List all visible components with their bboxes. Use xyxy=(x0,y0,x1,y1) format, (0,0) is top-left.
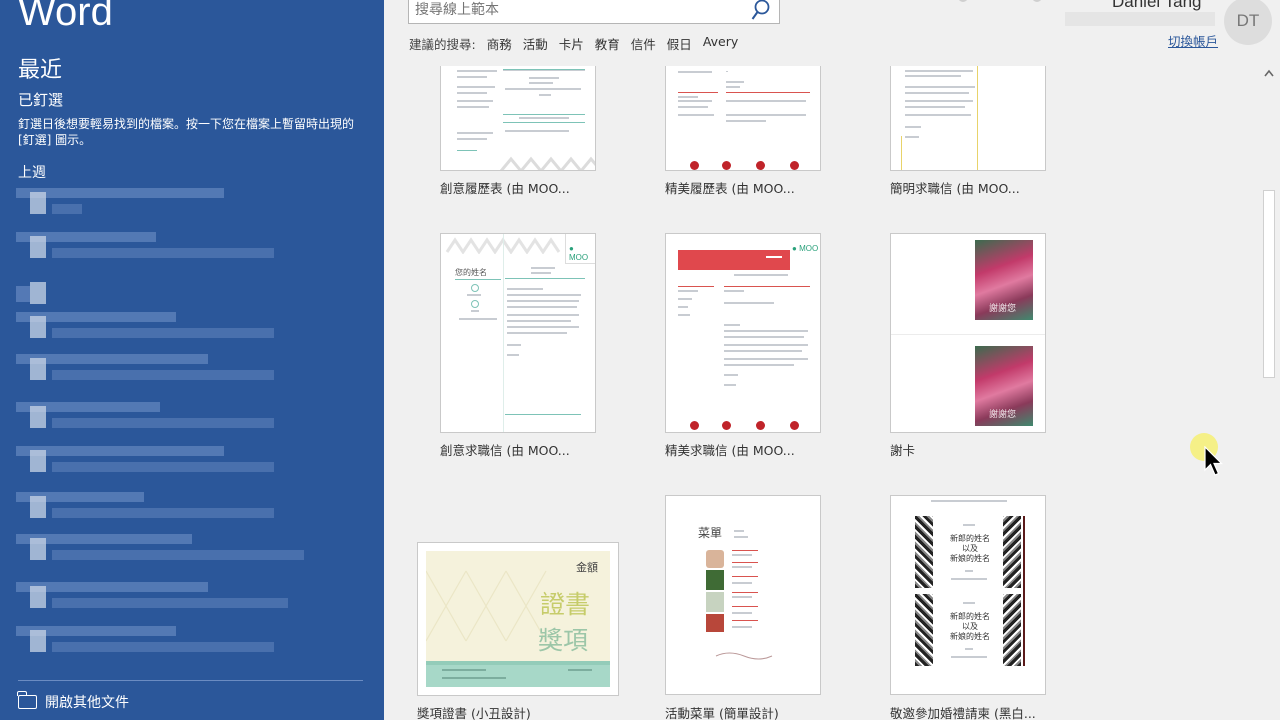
recent-document[interactable] xyxy=(16,532,316,568)
template-search-input[interactable] xyxy=(415,0,745,21)
template-name: 精美求職信 (由 MOO... xyxy=(665,443,795,458)
document-icon xyxy=(30,358,46,380)
pinned-heading: 已釘選 xyxy=(18,91,64,109)
document-icon xyxy=(30,406,46,428)
suggestion-holidays[interactable]: 假日 xyxy=(667,34,692,53)
template-thumbnail xyxy=(890,66,1046,171)
last-week-heading: 上週 xyxy=(18,165,46,181)
template-thumbnail: 謝謝您 謝謝您 xyxy=(890,233,1046,433)
template-wedding-invitation[interactable]: 新郎的姓名 以及 新娘的姓名 新郎的姓名 以及 新娘的姓名 敬邀參加婚禮請柬 (… xyxy=(890,495,1046,720)
template-thumbnail xyxy=(665,66,821,171)
template-award-certificate[interactable]: 金額 證書 獎項 獎項證書 (小丑設計) xyxy=(417,542,619,720)
template-creative-cover-letter[interactable]: ● MOO 您的姓名 創意求職信 (由 MOO... xyxy=(440,233,596,458)
suggested-searches: 建議的搜尋: 商務 活動 卡片 教育 信件 假日 Avery xyxy=(409,34,738,53)
window-control[interactable] xyxy=(958,0,968,2)
template-thank-you-card[interactable]: 謝謝您 謝謝您 謝卡 xyxy=(890,233,1046,458)
flower-photo: 謝謝您 xyxy=(975,240,1033,320)
document-icon xyxy=(30,538,46,560)
document-icon xyxy=(30,496,46,518)
recent-document[interactable] xyxy=(16,490,316,526)
template-name: 創意求職信 (由 MOO... xyxy=(440,443,570,458)
account-name: Daniel Tang xyxy=(1112,0,1202,11)
app-title: Word xyxy=(18,0,113,34)
flower-photo: 謝謝您 xyxy=(975,346,1033,426)
template-creative-resume[interactable]: 創意履歷表 (由 MOO... xyxy=(440,66,596,196)
suggestion-avery[interactable]: Avery xyxy=(703,34,738,53)
mouse-pointer-icon xyxy=(1204,446,1223,476)
recent-document[interactable] xyxy=(16,310,316,346)
recent-document[interactable] xyxy=(16,580,316,616)
moo-logo: ● MOO xyxy=(569,244,589,262)
template-thumbnail: 菜單 xyxy=(665,495,821,695)
open-other-label: 開啟其他文件 xyxy=(45,695,129,711)
template-name: 敬邀參加婚禮請柬 (黑白... xyxy=(890,706,1036,720)
template-name: 簡明求職信 (由 MOO... xyxy=(890,181,1020,196)
scrollbar-thumb[interactable] xyxy=(1263,190,1275,378)
sidebar-divider xyxy=(18,680,363,681)
template-thumbnail: 新郎的姓名 以及 新娘的姓名 新郎的姓名 以及 新娘的姓名 xyxy=(890,495,1046,695)
document-icon xyxy=(30,630,46,652)
template-elegant-resume[interactable]: 精美履歷表 (由 MOO... xyxy=(665,66,821,196)
recent-document[interactable] xyxy=(16,444,316,480)
template-name: 獎項證書 (小丑設計) xyxy=(417,706,531,720)
document-icon xyxy=(30,236,46,258)
recent-document[interactable] xyxy=(16,624,316,660)
recent-document[interactable] xyxy=(16,186,316,222)
vertical-scrollbar[interactable] xyxy=(1262,66,1276,720)
template-name: 謝卡 xyxy=(890,443,916,458)
suggestion-letters[interactable]: 信件 xyxy=(631,34,656,53)
recent-heading: 最近 xyxy=(18,58,63,83)
template-search-box[interactable] xyxy=(408,0,780,24)
document-icon xyxy=(30,586,46,608)
document-icon xyxy=(30,316,46,338)
account-email-blurred xyxy=(1065,12,1215,26)
document-icon xyxy=(30,282,46,304)
zigzag-decoration xyxy=(445,237,561,254)
avatar[interactable]: DT xyxy=(1224,0,1272,45)
template-name: 創意履歷表 (由 MOO... xyxy=(440,181,570,196)
recent-document[interactable] xyxy=(16,276,316,312)
pinned-description: 釘選日後想要輕易找到的檔案。按一下您在檔案上暫留時出現的 [釘選] 圖示。 xyxy=(18,117,355,147)
window-control[interactable] xyxy=(1032,0,1042,2)
template-thumbnail: ● MOO 您的姓名 xyxy=(440,233,596,433)
suggestion-education[interactable]: 教育 xyxy=(595,34,620,53)
flourish-decoration xyxy=(715,652,773,660)
search-icon[interactable] xyxy=(751,0,771,21)
zigzag-decoration xyxy=(499,156,595,170)
suggestion-events[interactable]: 活動 xyxy=(523,34,548,53)
open-other-documents-link[interactable]: 開啟其他文件 xyxy=(17,691,129,712)
template-simple-cover-letter[interactable]: 簡明求職信 (由 MOO... xyxy=(890,66,1046,196)
template-thumbnail: 金額 證書 獎項 xyxy=(417,542,619,696)
suggested-searches-label: 建議的搜尋: xyxy=(409,37,476,52)
template-name: 活動菜單 (簡單設計) xyxy=(665,706,779,720)
document-icon xyxy=(30,192,46,214)
template-thumbnail xyxy=(440,66,596,171)
recent-document[interactable] xyxy=(16,400,316,436)
scroll-up-arrow-icon[interactable] xyxy=(1262,66,1276,82)
recent-document[interactable] xyxy=(16,230,316,266)
suggestion-cards[interactable]: 卡片 xyxy=(559,34,584,53)
suggestion-business[interactable]: 商務 xyxy=(487,34,512,53)
moo-logo: ● MOO xyxy=(792,244,819,253)
document-icon xyxy=(30,450,46,472)
template-name: 精美履歷表 (由 MOO... xyxy=(665,181,795,196)
folder-open-icon xyxy=(17,691,37,709)
template-elegant-cover-letter[interactable]: ● MOO 精美求職信 (由 MOO... xyxy=(665,233,821,458)
backstage-sidebar: Word 最近 已釘選 釘選日後想要輕易找到的檔案。按一下您在檔案上暫留時出現的… xyxy=(0,0,384,720)
switch-account-link[interactable]: 切換帳戶 xyxy=(1168,31,1218,50)
recent-document[interactable] xyxy=(16,352,316,388)
template-thumbnail: ● MOO xyxy=(665,233,821,433)
template-event-menu[interactable]: 菜單 活動菜單 (簡單設計) xyxy=(665,495,821,720)
